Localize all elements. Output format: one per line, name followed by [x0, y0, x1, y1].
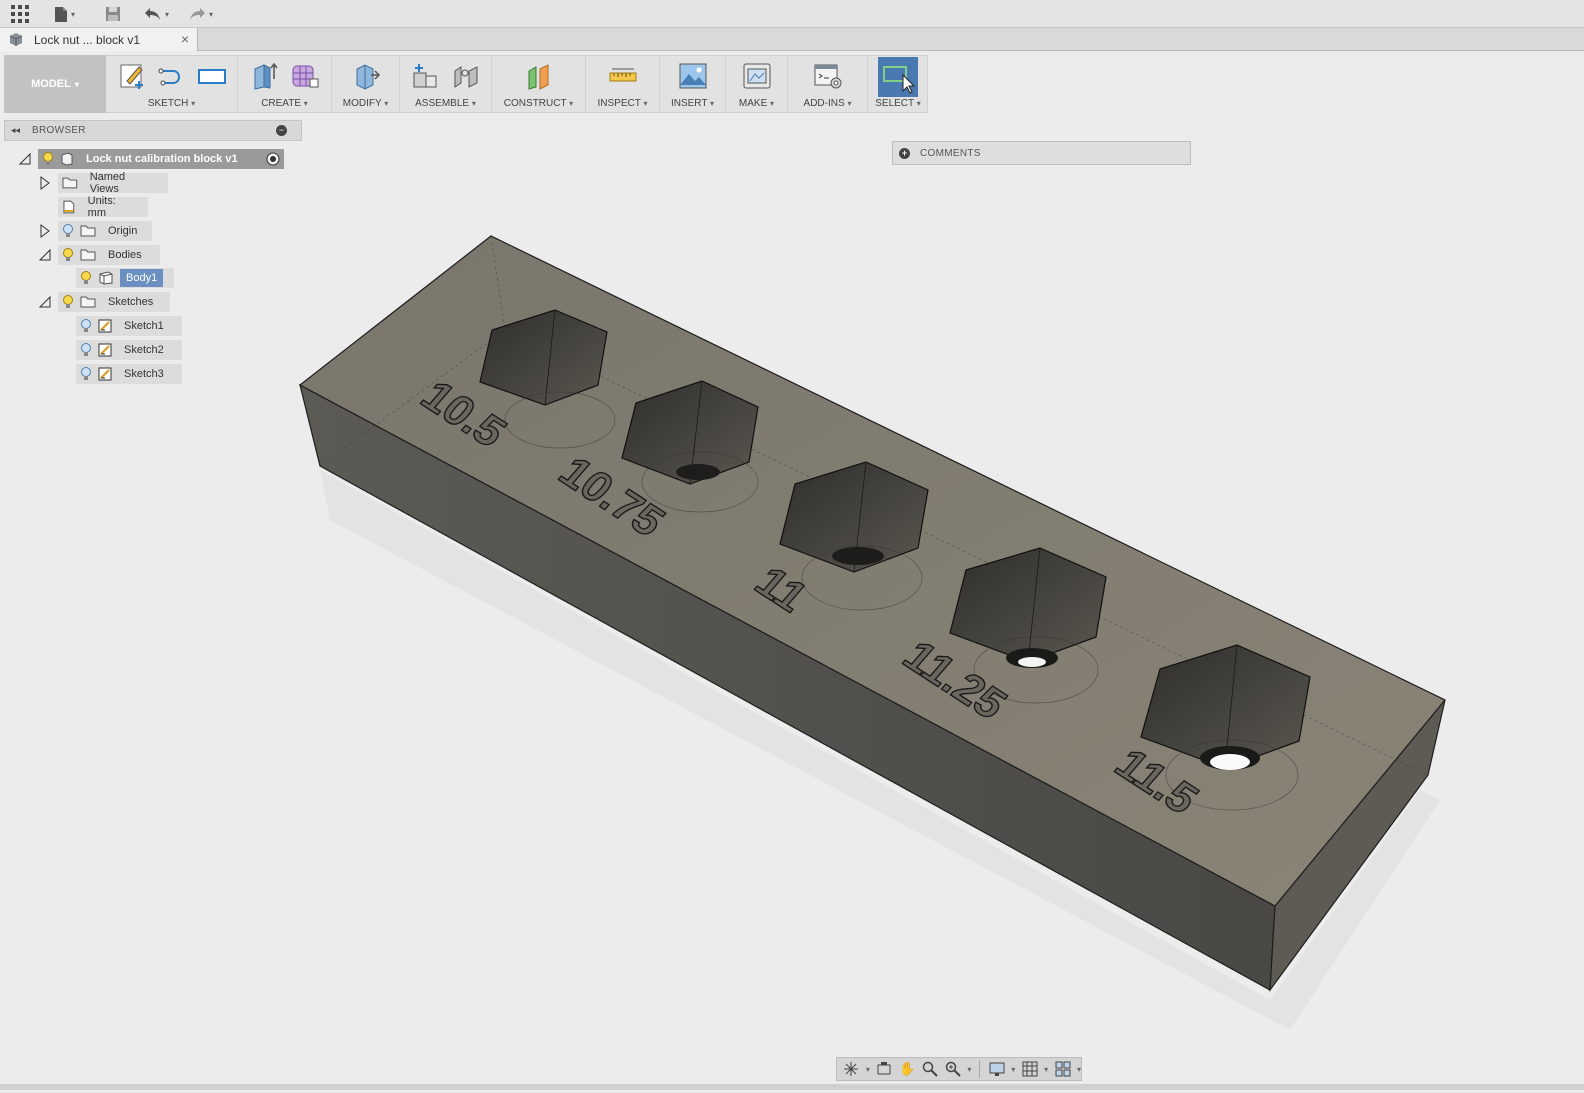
- chevron-down-icon[interactable]: ▾: [1077, 1065, 1081, 1074]
- expand-triangle-icon[interactable]: [38, 224, 52, 238]
- sketch3-node[interactable]: Sketch3: [76, 364, 182, 384]
- bodies-node[interactable]: Bodies: [58, 245, 160, 265]
- chevron-down-icon[interactable]: ▾: [1011, 1065, 1015, 1074]
- origin-label: Origin: [108, 225, 138, 237]
- expand-triangle-icon[interactable]: [38, 176, 52, 190]
- zoom-icon[interactable]: [922, 1060, 939, 1078]
- root-component[interactable]: Lock nut calibration block v1: [38, 149, 284, 169]
- activate-radio-icon[interactable]: [266, 152, 280, 166]
- folder-icon: [62, 177, 78, 189]
- lightbulb-icon[interactable]: [42, 152, 54, 166]
- chevron-down-icon[interactable]: ▾: [1044, 1065, 1048, 1074]
- lightbulb-off-icon[interactable]: [80, 343, 92, 357]
- body1-node[interactable]: Body1: [76, 268, 174, 288]
- chevron-down-icon[interactable]: ▾: [866, 1065, 870, 1074]
- sketch2-node[interactable]: Sketch2: [76, 340, 182, 360]
- sketches-label: Sketches: [108, 296, 154, 308]
- folder-icon: [80, 296, 96, 308]
- bodies-label: Bodies: [108, 249, 142, 261]
- browser-title: BROWSER: [32, 125, 86, 136]
- collapse-panel-icon[interactable]: ◂◂: [11, 125, 20, 136]
- lightbulb-icon[interactable]: [80, 271, 92, 285]
- comments-label: COMMENTS: [920, 147, 981, 159]
- sketch1-node[interactable]: Sketch1: [76, 316, 182, 336]
- sketch1-label: Sketch1: [124, 320, 164, 332]
- minimize-icon[interactable]: −: [276, 125, 287, 136]
- display-settings-icon[interactable]: [988, 1060, 1005, 1078]
- browser-panel-header[interactable]: ◂◂ BROWSER −: [4, 120, 302, 141]
- sketch3-label: Sketch3: [124, 368, 164, 380]
- lightbulb-off-icon[interactable]: [62, 224, 74, 238]
- lightbulb-icon[interactable]: [62, 248, 74, 262]
- component-icon: [61, 152, 73, 166]
- collapse-triangle-icon[interactable]: [38, 248, 52, 262]
- lightbulb-off-icon[interactable]: [80, 319, 92, 333]
- grid-icon[interactable]: [1021, 1060, 1038, 1078]
- expand-comments-icon[interactable]: +: [899, 147, 910, 159]
- orbit-icon[interactable]: [843, 1060, 860, 1078]
- pan-icon[interactable]: ✋: [899, 1060, 916, 1078]
- lightbulb-icon[interactable]: [62, 295, 74, 309]
- units-label: Units: mm: [87, 195, 116, 219]
- body1-label: Body1: [120, 269, 164, 287]
- sketch2-label: Sketch2: [124, 344, 164, 356]
- chevron-down-icon[interactable]: ▾: [967, 1065, 971, 1074]
- document-settings-icon: [63, 200, 75, 214]
- separator: [979, 1060, 981, 1078]
- look-at-icon[interactable]: [876, 1060, 893, 1078]
- sketch-icon: [98, 319, 112, 333]
- folder-icon: [80, 249, 96, 261]
- sketches-node[interactable]: Sketches: [58, 292, 170, 312]
- fit-icon[interactable]: [945, 1060, 962, 1078]
- body-icon: [99, 271, 113, 285]
- bottom-edge: [0, 1084, 1584, 1090]
- collapse-triangle-icon[interactable]: [18, 152, 32, 166]
- named-views-node[interactable]: Named Views: [58, 171, 168, 195]
- lightbulb-off-icon[interactable]: [80, 367, 92, 381]
- named-views-label: Named Views: [89, 171, 126, 195]
- sketch-icon: [98, 343, 112, 357]
- units-node[interactable]: Units: mm: [58, 195, 148, 219]
- viewports-icon[interactable]: [1054, 1060, 1071, 1078]
- comments-panel[interactable]: + COMMENTS: [892, 141, 1191, 165]
- sketch-icon: [98, 367, 112, 381]
- folder-icon: [80, 225, 96, 237]
- origin-node[interactable]: Origin: [58, 221, 152, 241]
- root-component-label: Lock nut calibration block v1: [86, 153, 238, 165]
- collapse-triangle-icon[interactable]: [38, 295, 52, 309]
- navigation-bar: ▾ ✋ ▾ ▾ ▾ ▾: [836, 1057, 1082, 1081]
